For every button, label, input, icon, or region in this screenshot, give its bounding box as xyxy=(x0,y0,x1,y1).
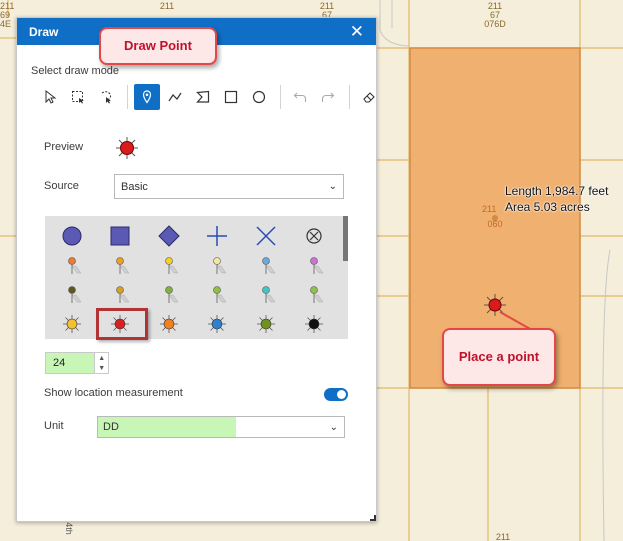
close-button[interactable]: ✕ xyxy=(350,23,364,40)
pin-symbol[interactable] xyxy=(213,286,227,304)
unit-select[interactable]: DD ⌄ xyxy=(97,416,345,438)
toolbar-separator xyxy=(127,85,128,109)
x-shape-symbol[interactable] xyxy=(256,226,276,246)
undo-icon xyxy=(293,92,307,102)
show-location-toggle[interactable] xyxy=(324,388,348,401)
select-mode-label: Select draw mode xyxy=(31,65,120,77)
sun-marker-symbol[interactable] xyxy=(257,315,275,333)
pin-symbol[interactable] xyxy=(165,286,179,304)
draw-panel: Draw ✕ Select draw mode Preview Source B… xyxy=(16,17,377,522)
callout-draw-point: Draw Point xyxy=(99,27,217,65)
pin-symbol[interactable] xyxy=(68,257,82,275)
rectangle-select-button[interactable] xyxy=(65,84,91,110)
parcel-label-top-left: 211 69 4E xyxy=(0,1,15,29)
source-label: Source xyxy=(44,180,79,192)
pointer-icon xyxy=(45,90,57,104)
measurement-area: Area 5.03 acres xyxy=(505,200,590,214)
polyline-tool-button[interactable] xyxy=(162,84,188,110)
undo-button[interactable] xyxy=(287,84,313,110)
preview-label: Preview xyxy=(44,141,84,153)
point-tool-button[interactable] xyxy=(134,84,160,110)
parcel-label-bottom: 211 xyxy=(495,532,511,541)
size-arrows: ▲ ▼ xyxy=(94,353,108,373)
selected-symbol-highlight xyxy=(96,308,148,340)
lasso-select-icon xyxy=(101,91,112,104)
toolbar-separator xyxy=(349,85,350,109)
toolbar-separator xyxy=(280,85,281,109)
diamond-shape-symbol[interactable] xyxy=(158,225,180,247)
polygon-icon xyxy=(196,90,210,103)
unit-value: DD xyxy=(98,417,236,437)
square-shape-symbol[interactable] xyxy=(110,226,130,246)
pin-symbol[interactable] xyxy=(165,257,179,275)
sun-marker-symbol[interactable] xyxy=(160,315,178,333)
callout-place-point: Place a point xyxy=(442,328,556,386)
resize-grip-icon[interactable] xyxy=(370,515,376,521)
preview-marker xyxy=(116,137,138,159)
chevron-down-icon: ⌄ xyxy=(328,181,337,192)
show-location-label: Show location measurement xyxy=(44,387,183,399)
size-stepper[interactable]: 24 ▲ ▼ xyxy=(45,352,109,374)
size-value[interactable]: 24 xyxy=(46,353,95,373)
rectangle-select-icon xyxy=(72,91,84,104)
plus-shape-symbol[interactable] xyxy=(207,226,227,246)
draw-mode-toolbar xyxy=(37,82,384,112)
unit-label: Unit xyxy=(44,420,64,432)
rectangle-icon xyxy=(224,90,238,104)
pin-symbol[interactable] xyxy=(262,286,276,304)
redo-button[interactable] xyxy=(315,84,341,110)
panel-title: Draw xyxy=(29,24,59,39)
eraser-icon xyxy=(363,92,375,103)
road-label: 4th xyxy=(63,522,74,535)
redo-icon xyxy=(321,92,335,102)
source-value: Basic xyxy=(121,180,148,193)
pin-symbol[interactable] xyxy=(213,257,227,275)
circle-x-shape-symbol[interactable] xyxy=(306,228,322,244)
increment-arrow-icon[interactable]: ▲ xyxy=(95,353,108,363)
sun-marker-symbol[interactable] xyxy=(208,315,226,333)
select-pointer-button[interactable] xyxy=(37,84,63,110)
chevron-down-icon: ⌄ xyxy=(329,421,338,433)
circle-tool-button[interactable] xyxy=(246,84,272,110)
pin-symbol[interactable] xyxy=(68,286,82,304)
sun-marker-symbol[interactable] xyxy=(63,315,81,333)
decrement-arrow-icon[interactable]: ▼ xyxy=(95,363,108,373)
source-select[interactable]: Basic ⌄ xyxy=(114,174,344,199)
circle-shape-symbol[interactable] xyxy=(62,226,82,246)
circle-icon xyxy=(252,90,266,104)
polygon-tool-button[interactable] xyxy=(190,84,216,110)
symbol-gallery[interactable] xyxy=(45,216,348,339)
sun-marker-symbol[interactable] xyxy=(305,315,323,333)
symbol-grid xyxy=(62,225,324,333)
eraser-button[interactable] xyxy=(356,84,382,110)
pin-symbol[interactable] xyxy=(116,257,130,275)
gallery-scrollbar[interactable] xyxy=(343,216,348,261)
pin-symbol[interactable] xyxy=(310,286,324,304)
parcel-label-top-mid: 211 xyxy=(159,1,175,11)
pin-symbol[interactable] xyxy=(310,257,324,275)
measurement-length: Length 1,984.7 feet xyxy=(505,184,609,198)
toggle-knob xyxy=(337,390,346,399)
polyline-icon xyxy=(168,92,182,102)
pin-symbol[interactable] xyxy=(262,257,276,275)
lasso-select-button[interactable] xyxy=(93,84,119,110)
rectangle-tool-button[interactable] xyxy=(218,84,244,110)
parcel-label-top-right: 211 67 076D xyxy=(484,1,506,29)
pin-icon xyxy=(142,90,152,104)
pin-symbol[interactable] xyxy=(116,286,130,304)
